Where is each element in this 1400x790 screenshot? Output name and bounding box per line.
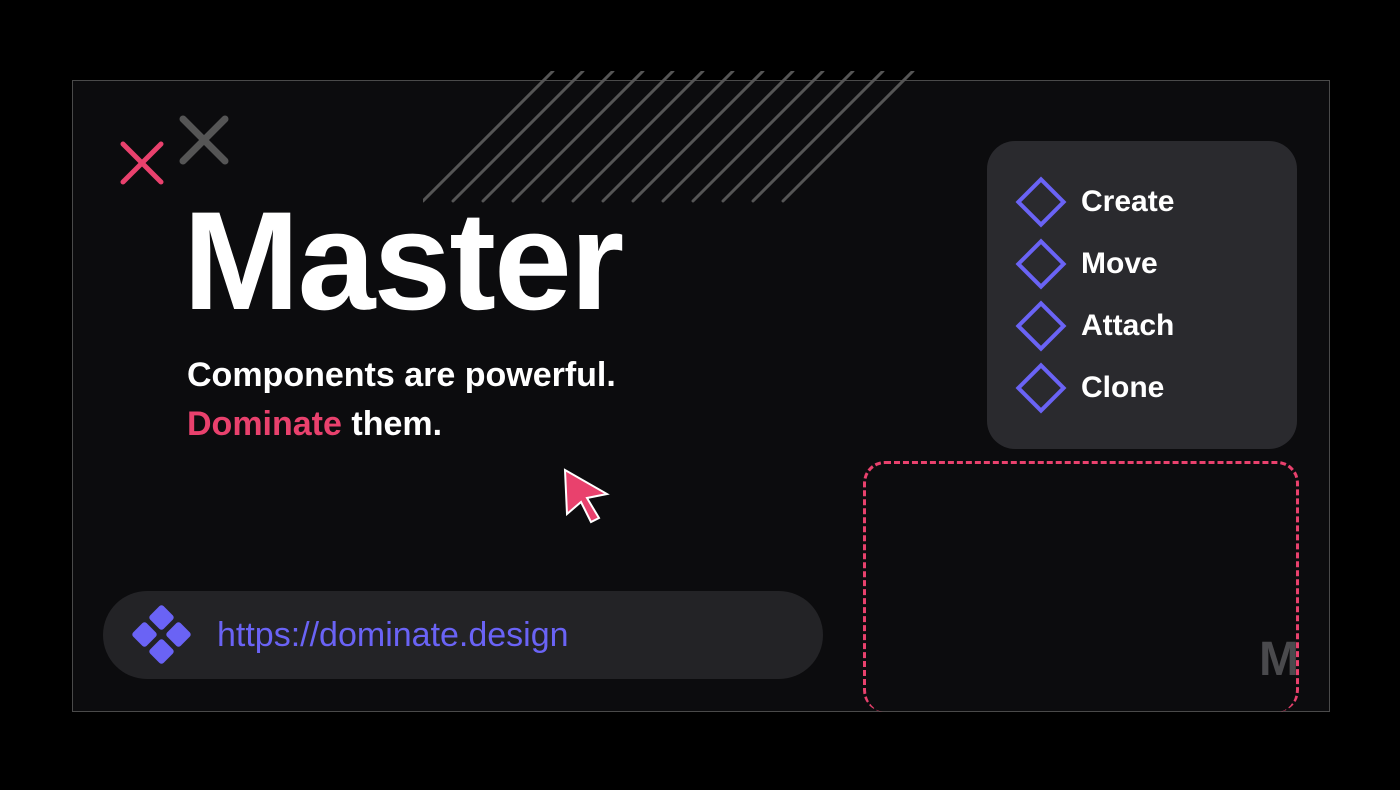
diamond-icon [1016, 177, 1067, 228]
sub-after: them. [342, 405, 442, 443]
menu-item-label: Clone [1081, 371, 1164, 405]
four-diamond-icon [137, 610, 187, 660]
menu-item-move[interactable]: Move [1017, 233, 1267, 295]
sub-accent: Dominate [187, 405, 342, 443]
menu-item-clone[interactable]: Clone [1017, 357, 1267, 419]
diamond-icon [1016, 363, 1067, 414]
menu-item-create[interactable]: Create [1017, 171, 1267, 233]
hero-block: Master [183, 191, 622, 331]
menu-item-label: Attach [1081, 309, 1174, 343]
url-pill[interactable]: https://dominate.design [103, 591, 823, 679]
brand-mark: M [1259, 632, 1295, 687]
x-icon [115, 136, 171, 192]
hero-title: Master [183, 191, 622, 331]
diamond-icon [1016, 301, 1067, 352]
action-menu: Create Move Attach Clone [987, 141, 1297, 449]
menu-item-attach[interactable]: Attach [1017, 295, 1267, 357]
selection-outline [863, 461, 1299, 712]
diamond-icon [1016, 239, 1067, 290]
menu-item-label: Move [1081, 247, 1158, 281]
menu-item-label: Create [1081, 185, 1174, 219]
cursor-icon [559, 466, 619, 531]
url-text: https://dominate.design [217, 616, 569, 655]
sub-line1: Components are powerful. [187, 356, 616, 394]
promo-card: Master Components are powerful. Dominate… [72, 80, 1330, 712]
hero-subtitle: Components are powerful. Dominate them. [187, 351, 616, 450]
x-icon [173, 109, 235, 171]
